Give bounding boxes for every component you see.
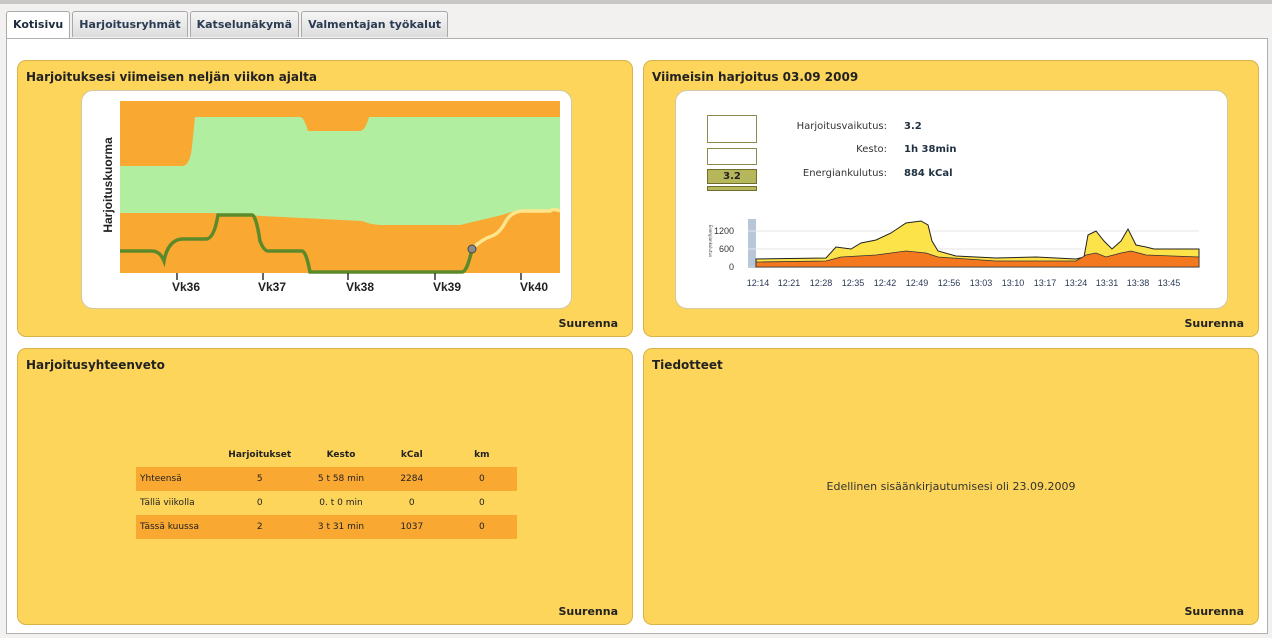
table-cell: 2 <box>214 515 306 539</box>
stat-label: Kesto: <box>856 144 887 155</box>
svg-text:13:10: 13:10 <box>1002 278 1025 288</box>
stat-value: 884 kCal <box>904 168 953 179</box>
stat-value: 3.2 <box>904 121 922 132</box>
summary-header-row: Harjoitukset Kesto kCal km <box>136 443 517 467</box>
enlarge-link[interactable]: Suurenna <box>1184 317 1244 330</box>
table-cell: 0 <box>446 515 517 539</box>
svg-text:12:56: 12:56 <box>938 278 961 288</box>
effect-gauge-base <box>707 186 757 191</box>
svg-text:1200: 1200 <box>714 226 734 236</box>
table-cell: 3 t 31 min <box>305 515 377 539</box>
panel-title: Harjoitusyhteenveto <box>26 358 165 372</box>
summary-table: Harjoitukset Kesto kCal km Yhteensä 5 5 … <box>136 443 517 539</box>
svg-text:12:35: 12:35 <box>842 278 865 288</box>
stat-label: Energiankulutus: <box>802 168 887 179</box>
week-label: Vk40 <box>520 280 548 294</box>
energy-curve-chart: Energiankulutus 1200 600 0 12:14 12:21 1… <box>708 219 1200 288</box>
last-login-notice: Edellinen sisäänkirjautumisesi oli 23.09… <box>826 480 1076 493</box>
week-label: Vk36 <box>172 280 200 294</box>
column-header: kCal <box>400 450 423 460</box>
enlarge-link[interactable]: Suurenna <box>1184 605 1244 618</box>
energy-y-ticks: 1200 600 0 <box>714 226 734 272</box>
tab-katselunakyma[interactable]: Katselunäkymä <box>189 11 300 37</box>
svg-text:13:31: 13:31 <box>1096 278 1119 288</box>
effect-gauge-top <box>707 115 757 143</box>
svg-text:13:45: 13:45 <box>1158 278 1181 288</box>
training-load-chart[interactable]: Vk36 Vk37 Vk38 Vk39 Vk40 Harjoituskuorma <box>81 90 572 309</box>
svg-text:0: 0 <box>729 262 734 272</box>
tab-bar: Kotisivu Harjoitusryhmät Katselunäkymä V… <box>6 11 450 39</box>
table-cell: 1037 <box>376 515 447 539</box>
effect-gauge-value: 3.2 <box>707 169 757 184</box>
svg-text:13:03: 13:03 <box>970 278 993 288</box>
column-header: km <box>474 450 490 460</box>
tab-kotisivu[interactable]: Kotisivu <box>6 11 71 39</box>
svg-text:12:42: 12:42 <box>874 278 897 288</box>
svg-text:13:38: 13:38 <box>1127 278 1150 288</box>
stat-value: 1h 38min <box>904 144 957 155</box>
row-label: Tällä viikolla <box>140 498 195 508</box>
enlarge-link[interactable]: Suurenna <box>558 317 618 330</box>
enlarge-link[interactable]: Suurenna <box>558 605 618 618</box>
week-ticks <box>176 273 522 280</box>
svg-text:13:24: 13:24 <box>1065 278 1088 288</box>
chart-y-label: Harjoituskuorma <box>101 137 115 233</box>
column-header: Kesto <box>326 450 356 460</box>
latest-training-panel: Viimeisin harjoitus 03.09 2009 3.2 Harjo… <box>643 60 1259 337</box>
table-row: Tällä viikolla 0 0. t 0 min 0 0 <box>136 491 517 515</box>
window-top-edge <box>0 0 1272 4</box>
table-cell: 2284 <box>376 467 447 491</box>
table-cell: 0 <box>478 498 485 508</box>
training-summary-panel: Harjoitusyhteenveto Harjoitukset Kesto k… <box>17 348 633 625</box>
table-row: Tässä kuussa 2 3 t 31 min 1037 0 <box>136 515 517 539</box>
svg-text:12:28: 12:28 <box>810 278 833 288</box>
row-label: Tässä kuussa <box>136 515 215 539</box>
column-header <box>136 443 214 467</box>
week-label: Vk39 <box>433 280 461 294</box>
svg-text:600: 600 <box>719 244 734 254</box>
column-header: Harjoitukset <box>228 450 292 460</box>
panel-title: Tiedotteet <box>652 358 723 372</box>
table-cell: 0. t 0 min <box>319 498 363 508</box>
panel-title: Harjoituksesi viimeisen neljän viikon aj… <box>26 70 317 84</box>
panel-title: Viimeisin harjoitus 03.09 2009 <box>652 70 859 84</box>
table-cell: 0 <box>408 498 415 508</box>
table-row: Yhteensä 5 5 t 58 min 2284 0 <box>136 467 517 491</box>
table-cell: 0 <box>446 467 517 491</box>
stat-label: Harjoitusvaikutus: <box>796 121 887 132</box>
latest-training-card: 3.2 Harjoitusvaikutus: 3.2 Kesto: 1h 38m… <box>675 90 1228 309</box>
home-content: Harjoituksesi viimeisen neljän viikon aj… <box>6 38 1268 634</box>
svg-text:13:17: 13:17 <box>1034 278 1057 288</box>
week-label: Vk37 <box>258 280 286 294</box>
tab-valmentajan-tyokalut[interactable]: Valmentajan työkalut <box>301 11 449 37</box>
svg-text:12:21: 12:21 <box>778 278 801 288</box>
current-load-marker[interactable] <box>467 244 477 254</box>
svg-text:12:14: 12:14 <box>747 278 770 288</box>
svg-text:12:49: 12:49 <box>906 278 929 288</box>
time-axis-labels: 12:14 12:21 12:28 12:35 12:42 12:49 12:5… <box>747 278 1181 288</box>
row-label: Yhteensä <box>136 467 215 491</box>
warmup-bar <box>748 219 756 268</box>
training-weeks-panel: Harjoituksesi viimeisen neljän viikon aj… <box>17 60 633 337</box>
notices-panel: Tiedotteet Edellinen sisäänkirjautumises… <box>643 348 1259 625</box>
table-cell: 5 t 58 min <box>305 467 377 491</box>
training-load-svg: Vk36 Vk37 Vk38 Vk39 Vk40 Harjoituskuorma <box>101 101 561 294</box>
table-cell: 5 <box>214 467 306 491</box>
effect-gauge-mid <box>707 148 757 165</box>
week-label: Vk38 <box>346 280 374 294</box>
tab-harjoitusryhmat[interactable]: Harjoitusryhmät <box>72 11 188 37</box>
energy-axis-label: Energiankulutus <box>708 225 713 257</box>
table-cell: 0 <box>256 498 263 508</box>
